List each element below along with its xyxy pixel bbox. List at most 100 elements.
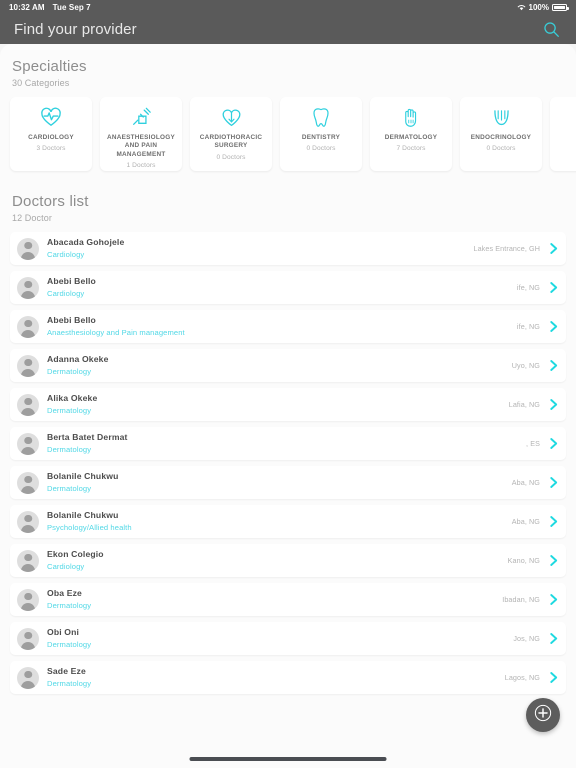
doctor-specialty: Psychology/Allied health (47, 523, 132, 533)
hand-icon (401, 106, 421, 128)
battery-percent-label: 100% (528, 2, 549, 12)
specialty-name: DERMATOLOGY (384, 134, 438, 141)
doctor-location: Jos, NG (513, 634, 540, 643)
doctor-location: Lafia, NG (508, 400, 540, 409)
doctor-info: Bolanile Chukwu Dermatology (47, 471, 512, 494)
chevron-right-icon[interactable] (549, 515, 558, 528)
specialty-name: CARDIOTHORACIC SURGERY (199, 134, 263, 150)
doctor-row[interactable]: Ekon Colegio Cardiology Kano, NG (10, 544, 566, 577)
doctor-location: Uyo, NG (511, 361, 540, 370)
specialty-card-endocrinology[interactable]: ENDOCRINOLOGY 0 Doctors (460, 97, 542, 171)
specialty-count: 0 Doctors (216, 153, 246, 161)
doctor-info: Ekon Colegio Cardiology (47, 549, 508, 572)
doctors-list-title: Doctors list (12, 193, 89, 210)
doctor-row[interactable]: Sade Eze Dermatology Lagos, NG (10, 661, 566, 694)
doctor-specialty: Cardiology (47, 562, 85, 572)
chevron-right-icon[interactable] (549, 242, 558, 255)
nav-bar: Find your provider (0, 14, 576, 44)
wifi-icon (517, 4, 526, 11)
specialty-card-cardiology[interactable]: CARDIOLOGY 3 Doctors (10, 97, 92, 171)
page-title: Find your provider (14, 20, 137, 38)
chevron-right-icon[interactable] (549, 476, 558, 489)
doctor-info: Abebi Bello Anaesthesiology and Pain mana… (47, 315, 517, 338)
chevron-right-icon[interactable] (549, 320, 558, 333)
doctors-list-header: Doctors list 12 Doctor (0, 177, 576, 223)
person-avatar-icon (17, 315, 39, 338)
status-time: 10:32 AM (9, 2, 45, 12)
chevron-right-icon[interactable] (549, 359, 558, 372)
heart-pulse-icon (40, 106, 62, 128)
specialty-card-anaesthesiology[interactable]: ANAESTHESIOLOGY AND PAIN MANAGEMENT 1 Do… (100, 97, 182, 171)
person-avatar-icon (17, 393, 39, 416)
doctor-info: Oba Eze Dermatology (47, 588, 502, 611)
doctor-row[interactable]: Bolanile Chukwu Dermatology Aba, NG (10, 466, 566, 499)
doctor-info: Abacada Gohojele Cardiology (47, 237, 473, 260)
status-date: Tue Sep 7 (52, 2, 91, 12)
search-icon[interactable] (540, 18, 562, 40)
status-bar-right: 100% (517, 2, 569, 12)
chevron-right-icon[interactable] (549, 281, 558, 294)
doctor-location: Ibadan, NG (502, 595, 540, 604)
doctor-name: Obi Oni (47, 626, 80, 637)
person-avatar-icon (17, 354, 39, 377)
specialties-carousel[interactable]: CARDIOLOGY 3 Doctors ANAESTHESIOLOGY AND… (0, 97, 576, 177)
doctor-name: Berta Batet Dermat (47, 431, 128, 442)
doctor-row[interactable]: Obi Oni Dermatology Jos, NG (10, 622, 566, 655)
doctor-specialty: Dermatology (47, 679, 92, 689)
tooth-icon (312, 106, 330, 128)
specialty-card-partial[interactable]: FA (550, 97, 576, 171)
doctor-row[interactable]: Berta Batet Dermat Dermatology , ES (10, 427, 566, 460)
specialties-title: Specialties (12, 58, 87, 75)
specialty-name: CARDIOLOGY (28, 134, 74, 141)
doctor-name: Bolanile Chukwu (47, 509, 119, 520)
doctor-info: Alika Okeke Dermatology (47, 393, 509, 416)
doctor-row[interactable]: Abebi Bello Anaesthesiology and Pain mana… (10, 310, 566, 343)
battery-full-icon (552, 3, 569, 11)
doctor-name: Sade Eze (47, 665, 86, 676)
chevron-right-icon[interactable] (549, 593, 558, 606)
doctor-name: Alika Okeke (47, 392, 98, 403)
chevron-right-icon[interactable] (549, 398, 558, 411)
doctor-specialty: Cardiology (47, 289, 85, 299)
doctor-name: Abebi Bello (47, 275, 96, 286)
doctors-list[interactable]: Abacada Gohojele Cardiology Lakes Entrance… (0, 232, 576, 694)
specialty-card-cardiothoracic-surgery[interactable]: CARDIOTHORACIC SURGERY 0 Doctors (190, 97, 272, 171)
doctor-specialty: Cardiology (47, 250, 85, 260)
doctor-row[interactable]: Bolanile Chukwu Psychology/Allied health A… (10, 505, 566, 538)
doctor-name: Adanna Okeke (47, 353, 109, 364)
person-avatar-icon (17, 471, 39, 494)
chevron-right-icon[interactable] (549, 632, 558, 645)
person-avatar-icon (17, 276, 39, 299)
specialty-count: 7 Doctors (396, 145, 426, 153)
specialties-subtitle: 30 Categories (12, 78, 70, 88)
doctor-row[interactable]: Abacada Gohojele Cardiology Lakes Entrance… (10, 232, 566, 265)
add-button[interactable] (526, 698, 560, 732)
doctor-row[interactable]: Oba Eze Dermatology Ibadan, NG (10, 583, 566, 616)
doctor-name: Abacada Gohojele (47, 236, 125, 247)
syringe-icon (130, 106, 152, 128)
doctor-info: Berta Batet Dermat Dermatology (47, 432, 526, 455)
chevron-right-icon[interactable] (549, 554, 558, 567)
chevron-right-icon[interactable] (549, 437, 558, 450)
app-screen: 10:32 AM Tue Sep 7 100% Find your provid… (0, 0, 576, 768)
doctor-row[interactable]: Adanna Okeke Dermatology Uyo, NG (10, 349, 566, 382)
doctor-name: Ekon Colegio (47, 548, 104, 559)
doctor-specialty: Dermatology (47, 445, 92, 455)
doctor-location: Lagos, NG (504, 673, 540, 682)
thyroid-icon (491, 106, 512, 128)
person-avatar-icon (17, 432, 39, 455)
specialty-name: ANAESTHESIOLOGY AND PAIN MANAGEMENT (106, 134, 176, 158)
plus-circle-icon (533, 703, 553, 728)
doctor-row[interactable]: Abebi Bello Cardiology ife, NG (10, 271, 566, 304)
specialty-count: 0 Doctors (306, 145, 336, 153)
specialty-count: 0 Doctors (486, 145, 516, 153)
specialty-card-dentistry[interactable]: DENTISTRY 0 Doctors (280, 97, 362, 171)
specialty-card-dermatology[interactable]: DERMATOLOGY 7 Doctors (370, 97, 452, 171)
doctor-specialty: Dermatology (47, 484, 92, 494)
doctor-row[interactable]: Alika Okeke Dermatology Lafia, NG (10, 388, 566, 421)
specialty-name: DENTISTRY (301, 134, 341, 141)
specialties-header: Specialties 30 Categories (0, 44, 576, 88)
content-panel: Specialties 30 Categories CARDIOLOGY 3 D… (0, 44, 576, 768)
specialty-name: ENDOCRINOLOGY (470, 134, 532, 141)
chevron-right-icon[interactable] (549, 671, 558, 684)
